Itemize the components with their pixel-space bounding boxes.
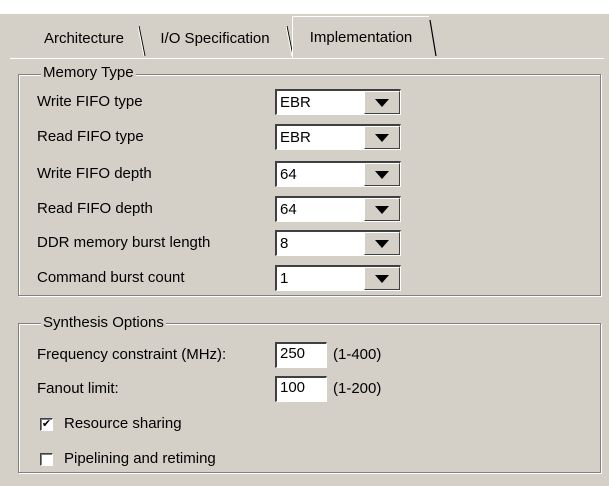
- tab-architecture[interactable]: Architecture: [30, 18, 138, 58]
- tab-baseline: [10, 58, 604, 59]
- chevron-down-icon: [375, 98, 389, 107]
- read-fifo-type-label: Read FIFO type: [37, 128, 144, 145]
- tab-io-specification[interactable]: I/O Specification: [146, 18, 284, 58]
- resource-sharing-label[interactable]: Resource sharing: [64, 414, 182, 434]
- ddr-memory-burst-length-label: DDR memory burst length: [37, 234, 211, 251]
- chevron-down-icon: [375, 205, 389, 214]
- read-fifo-type-select[interactable]: EBR: [275, 124, 401, 150]
- frequency-constraint-input[interactable]: 250: [275, 342, 327, 368]
- resource-sharing-checkbox[interactable]: ✔: [40, 418, 53, 431]
- write-fifo-depth-value: 64: [280, 166, 297, 183]
- ddr-memory-burst-length-dropdown-button[interactable]: [364, 232, 400, 255]
- pipelining-checkbox[interactable]: [40, 453, 53, 466]
- command-burst-count-value: 1: [280, 270, 289, 287]
- write-fifo-type-label: Write FIFO type: [37, 93, 143, 110]
- fanout-range-label: (1-200): [333, 380, 382, 397]
- tab-separator: [429, 19, 437, 57]
- tab-architecture-label: Architecture: [43, 29, 125, 47]
- chevron-down-icon: [375, 274, 389, 283]
- read-fifo-depth-dropdown-button[interactable]: [364, 198, 400, 221]
- ddr-memory-burst-length-value: 8: [280, 235, 289, 252]
- fanout-limit-label: Fanout limit:: [37, 380, 119, 397]
- frequency-constraint-label: Frequency constraint (MHz):: [37, 346, 227, 363]
- read-fifo-type-value: EBR: [280, 129, 311, 146]
- top-strip: [0, 0, 609, 14]
- write-fifo-depth-dropdown-button[interactable]: [364, 163, 400, 186]
- synthesis-options-title: Synthesis Options: [41, 314, 166, 332]
- command-burst-count-dropdown-button[interactable]: [364, 267, 400, 290]
- read-fifo-depth-value: 64: [280, 201, 297, 218]
- memory-type-title: Memory Type: [41, 64, 136, 82]
- chevron-down-icon: [375, 133, 389, 142]
- read-fifo-depth-select[interactable]: 64: [275, 196, 401, 222]
- pipelining-label[interactable]: Pipelining and retiming: [64, 449, 216, 469]
- write-fifo-type-dropdown-button[interactable]: [364, 91, 400, 114]
- tab-separator: [138, 25, 146, 57]
- tab-implementation[interactable]: Implementation: [292, 16, 429, 58]
- command-burst-count-select[interactable]: 1: [275, 265, 401, 291]
- tab-implementation-label: Implementation: [309, 29, 413, 46]
- write-fifo-type-select[interactable]: EBR: [275, 89, 401, 115]
- read-fifo-depth-label: Read FIFO depth: [37, 200, 153, 217]
- write-fifo-depth-label: Write FIFO depth: [37, 165, 152, 182]
- chevron-down-icon: [375, 239, 389, 248]
- write-fifo-depth-select[interactable]: 64: [275, 161, 401, 187]
- command-burst-count-label: Command burst count: [37, 269, 185, 286]
- fanout-limit-input[interactable]: 100: [275, 376, 327, 402]
- read-fifo-type-dropdown-button[interactable]: [364, 126, 400, 149]
- chevron-down-icon: [375, 170, 389, 179]
- write-fifo-type-value: EBR: [280, 94, 311, 111]
- ddr-memory-burst-length-select[interactable]: 8: [275, 230, 401, 256]
- tab-io-specification-label: I/O Specification: [160, 29, 270, 47]
- frequency-range-label: (1-400): [333, 346, 382, 363]
